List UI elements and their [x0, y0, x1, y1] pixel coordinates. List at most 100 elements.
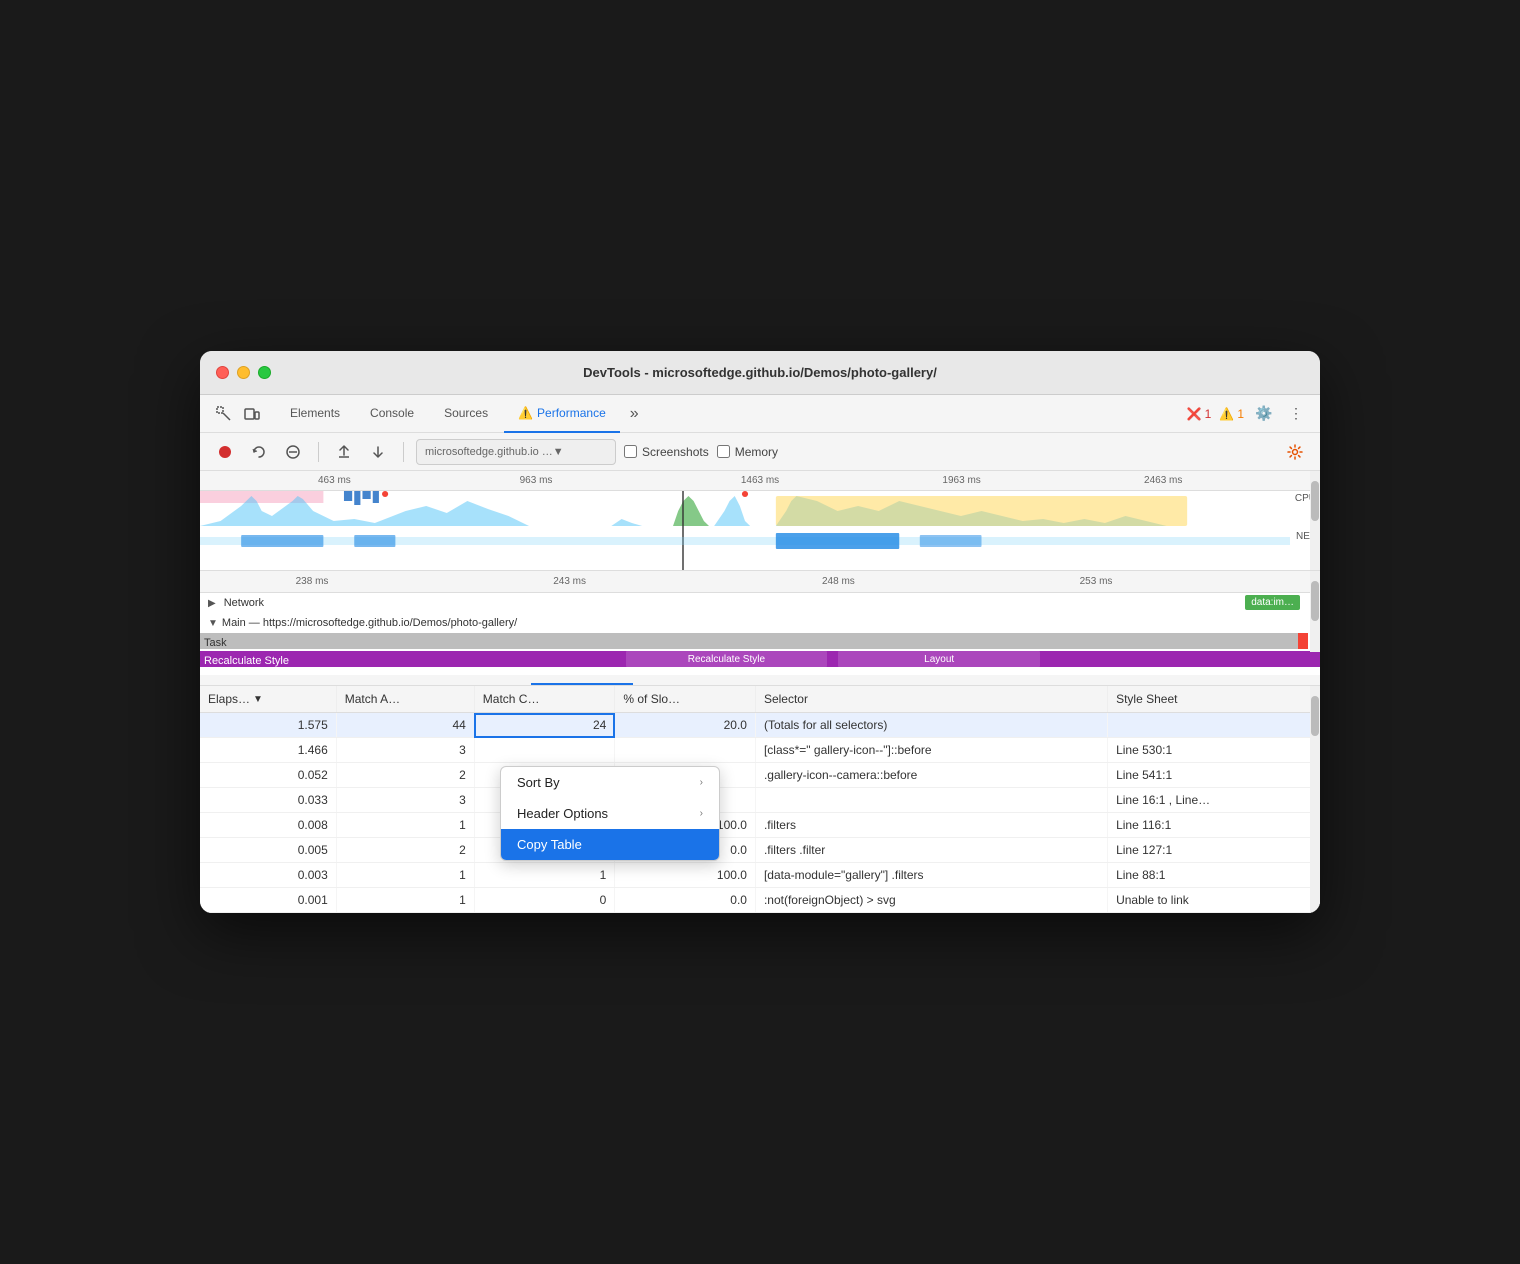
cell-style-sheet[interactable]: Line 88:1	[1108, 863, 1320, 888]
table-row[interactable]: 1.466 3 [class*=" gallery-icon--"]::befo…	[200, 738, 1320, 763]
ctx-sort-by[interactable]: Sort By ›	[501, 767, 719, 798]
more-options-icon[interactable]: ⋮	[1284, 402, 1308, 426]
cell-match-c: 0	[474, 888, 615, 913]
device-toggle-icon[interactable]	[240, 402, 264, 426]
settings-icon[interactable]: ⚙️	[1252, 402, 1276, 426]
ctx-header-options[interactable]: Header Options ›	[501, 798, 719, 829]
th-match-count[interactable]: Match C…	[474, 686, 615, 713]
separator2	[403, 442, 404, 462]
cell-selector: :not(foreignObject) > svg	[755, 888, 1107, 913]
inspect-icon[interactable]	[212, 402, 236, 426]
network-row: ▶ Network data:im…	[200, 593, 1320, 613]
download-icon[interactable]	[365, 439, 391, 465]
ctx-copy-table[interactable]: Copy Table	[501, 829, 719, 860]
warn-badge[interactable]: ⚠️ 1	[1219, 407, 1244, 421]
cell-style-sheet[interactable]: Line 116:1	[1108, 813, 1320, 838]
th-selector[interactable]: Selector	[755, 686, 1107, 713]
controls-bar: microsoftedge.github.io …▼ Screenshots M…	[200, 433, 1320, 471]
th-match-attempts[interactable]: Match A…	[336, 686, 474, 713]
table-row[interactable]: 1.575 44 24 20.0 (Totals for all selecto…	[200, 713, 1320, 738]
cell-selector: .gallery-icon--camera::before	[755, 763, 1107, 788]
tab-bar: Elements Console Sources ⚠️ Performance …	[200, 395, 1320, 433]
cell-match-a: 1	[336, 813, 474, 838]
cell-match-a: 2	[336, 763, 474, 788]
th-elapsed[interactable]: Elaps… ▼	[200, 686, 336, 713]
minimize-button[interactable]	[237, 366, 250, 379]
cell-style-sheet[interactable]: Line 541:1	[1108, 763, 1320, 788]
cell-match-a: 1	[336, 888, 474, 913]
clear-button[interactable]	[280, 439, 306, 465]
network-expand-icon[interactable]: ▶	[208, 598, 216, 609]
screenshots-checkbox-group: Screenshots	[624, 445, 709, 459]
time-ruler: 463 ms 963 ms 1463 ms 1963 ms 2463 ms	[200, 471, 1320, 491]
cell-elapsed: 0.001	[200, 888, 336, 913]
tab-warning-wrapper: ⚠️ Performance	[518, 406, 606, 420]
upload-icon[interactable]	[331, 439, 357, 465]
table-row[interactable]: 0.033 3 Line 16:1 , Line…	[200, 788, 1320, 813]
table-row[interactable]: 0.005 2 1 0.0 .filters .filter Line 127:…	[200, 838, 1320, 863]
tab-elements[interactable]: Elements	[276, 395, 354, 433]
detail-scroll[interactable]	[1310, 571, 1320, 652]
cell-style-sheet[interactable]: Line 530:1	[1108, 738, 1320, 763]
cell-selector: .filters .filter	[755, 838, 1107, 863]
cell-match-a: 1	[336, 863, 474, 888]
table-row[interactable]: 0.052 2 .gallery-icon--camera::before Li…	[200, 763, 1320, 788]
cell-elapsed: 1.575	[200, 713, 336, 738]
cell-match-a: 3	[336, 738, 474, 763]
cpu-chart	[200, 491, 1290, 529]
th-pct-slow[interactable]: % of Slo…	[615, 686, 756, 713]
th-style-sheet[interactable]: Style Sheet	[1108, 686, 1320, 713]
cell-style-sheet	[1108, 713, 1320, 738]
cell-style-sheet[interactable]: Line 127:1	[1108, 838, 1320, 863]
scroll-bar[interactable]	[1310, 471, 1320, 570]
time-mark-0: 463 ms	[318, 475, 351, 486]
cell-elapsed: 0.005	[200, 838, 336, 863]
cell-match-c: 1	[474, 863, 615, 888]
table-scroll[interactable]	[1310, 686, 1320, 913]
cell-selector: .filters	[755, 813, 1107, 838]
tab-performance[interactable]: ⚠️ Performance	[504, 395, 620, 433]
detail-mark-2: 248 ms	[822, 576, 855, 587]
cell-pct-slow: 0.0	[615, 888, 756, 913]
nav-icons	[212, 402, 264, 426]
net-chart	[200, 533, 1290, 549]
close-button[interactable]	[216, 366, 229, 379]
cell-elapsed: 0.003	[200, 863, 336, 888]
cell-selector: (Totals for all selectors)	[755, 713, 1107, 738]
cell-style-sheet[interactable]: Line 16:1 , Line…	[1108, 788, 1320, 813]
cell-pct-slow	[615, 738, 756, 763]
table-row[interactable]: 0.008 1 1 100.0 .filters Line 116:1	[200, 813, 1320, 838]
network-data-bar: data:im…	[1245, 595, 1300, 610]
main-row: ▼ Main — https://microsoftedge.github.io…	[200, 613, 1320, 633]
memory-checkbox[interactable]	[717, 445, 730, 458]
cell-selector: [data-module="gallery"] .filters	[755, 863, 1107, 888]
maximize-button[interactable]	[258, 366, 271, 379]
warning-icon: ⚠️	[518, 406, 533, 420]
memory-checkbox-group: Memory	[717, 445, 778, 459]
separator	[318, 442, 319, 462]
screenshots-checkbox[interactable]	[624, 445, 637, 458]
ctx-arrow-icon: ›	[700, 808, 703, 819]
task-bar: Task	[200, 633, 1308, 649]
detail-mark-3: 253 ms	[1080, 576, 1113, 587]
cell-match-c	[474, 738, 615, 763]
table-row[interactable]: 0.003 1 1 100.0 [data-module="gallery"] …	[200, 863, 1320, 888]
table-row[interactable]: 0.001 1 0 0.0 :not(foreignObject) > svg …	[200, 888, 1320, 913]
tab-sources[interactable]: Sources	[430, 395, 502, 433]
tab-console[interactable]: Console	[356, 395, 428, 433]
cell-elapsed: 0.052	[200, 763, 336, 788]
flame-recalc: Recalculate Style	[626, 651, 828, 667]
main-tabs: Elements Console Sources ⚠️ Performance …	[276, 395, 1183, 433]
detail-scroll-thumb	[1311, 581, 1319, 621]
tab-more[interactable]: »	[622, 395, 647, 433]
flame-settings-icon[interactable]	[1282, 439, 1308, 465]
ctx-arrow-icon: ›	[700, 777, 703, 788]
error-badge[interactable]: ❌ 1	[1187, 407, 1212, 421]
reload-button[interactable]	[246, 439, 272, 465]
window-controls	[216, 366, 271, 379]
performance-content: 463 ms 963 ms 1463 ms 1963 ms 2463 ms	[200, 471, 1320, 913]
toolbar-right: ❌ 1 ⚠️ 1 ⚙️ ⋮	[1187, 402, 1308, 426]
record-button[interactable]	[212, 439, 238, 465]
main-expand-icon[interactable]: ▼	[208, 618, 218, 629]
table-container: Elaps… ▼ Match A… Match C…	[200, 686, 1320, 913]
